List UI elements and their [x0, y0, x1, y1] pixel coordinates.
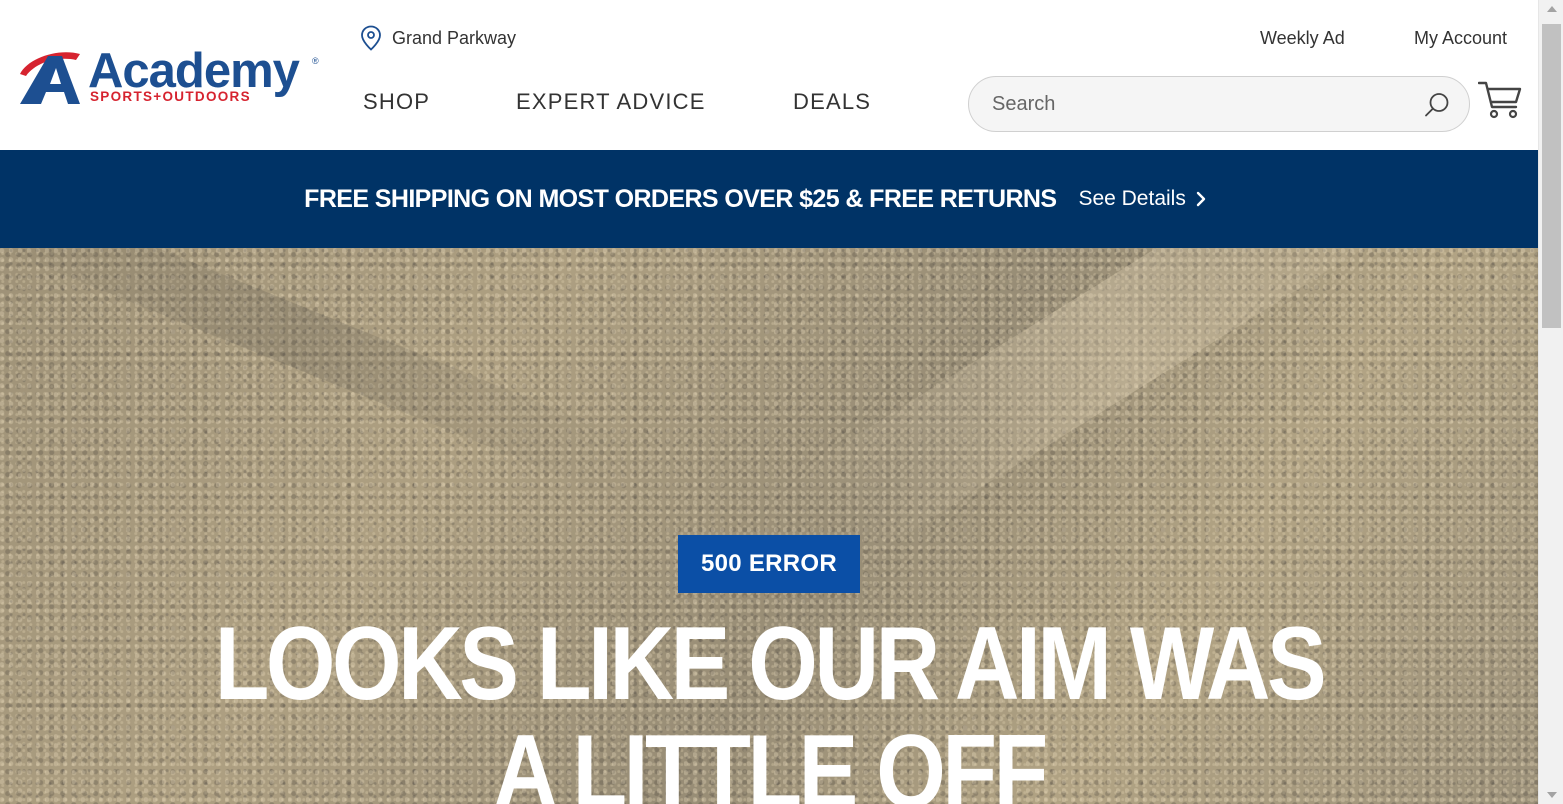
search-icon[interactable]	[1423, 91, 1451, 119]
promo-banner: FREE SHIPPING ON MOST ORDERS OVER $25 & …	[0, 150, 1538, 248]
see-details-link[interactable]: See Details	[1078, 187, 1206, 211]
search-bar[interactable]	[968, 76, 1470, 132]
store-name: Grand Parkway	[392, 27, 517, 48]
hero-texture-highlight	[790, 248, 1443, 570]
chevron-right-icon	[1196, 191, 1206, 207]
nav-deals[interactable]: DEALS	[793, 89, 871, 115]
promo-message: FREE SHIPPING ON MOST ORDERS OVER $25 & …	[304, 184, 1057, 213]
scrollbar-thumb[interactable]	[1542, 24, 1561, 328]
scroll-up-arrow[interactable]	[1547, 6, 1557, 12]
academy-logo-mark	[20, 52, 80, 104]
error-hero: 500 ERROR LOOKS LIKE OUR AIM WAS A LITTL…	[0, 248, 1538, 804]
hero-texture	[0, 248, 636, 497]
logo-registered-mark: ®	[312, 56, 319, 66]
location-pin-icon	[361, 25, 381, 51]
store-selector[interactable]: Grand Parkway	[360, 24, 516, 52]
see-details-label: See Details	[1078, 187, 1186, 210]
error-headline: LOOKS LIKE OUR AIM WAS A LITTLE OFF	[214, 606, 1327, 804]
my-account-link[interactable]: My Account	[1414, 28, 1507, 49]
search-input[interactable]	[992, 92, 1402, 116]
nav-expert-advice[interactable]: EXPERT ADVICE	[516, 89, 706, 115]
nav-shop[interactable]: SHOP	[363, 89, 430, 115]
scroll-down-arrow[interactable]	[1547, 792, 1557, 798]
page-scrollbar[interactable]	[1538, 0, 1563, 804]
cart-icon[interactable]	[1478, 80, 1522, 120]
weekly-ad-link[interactable]: Weekly Ad	[1260, 28, 1345, 49]
error-code-badge: 500 ERROR	[678, 535, 860, 593]
site-header: Academy ® SPORTS+OUTDOORS Grand Parkway …	[0, 0, 1538, 150]
academy-logo[interactable]: Academy ® SPORTS+OUTDOORS	[18, 46, 323, 108]
logo-tagline: SPORTS+OUTDOORS	[90, 89, 251, 104]
